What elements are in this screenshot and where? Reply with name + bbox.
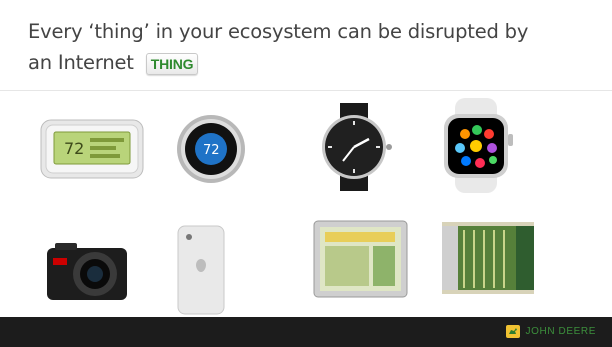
nest-thermostat-image: 72 — [177, 115, 245, 183]
thing-badge: THING — [145, 52, 199, 75]
smartphone-image — [177, 225, 225, 315]
footer-brand-text: JOHN DEERE — [525, 326, 596, 337]
smartwatch-image — [444, 98, 513, 193]
nest-display-text: 72 — [203, 143, 220, 158]
camera-image — [47, 243, 127, 300]
slide-title-area: Every ‘thing’ in your ecosystem can be d… — [0, 0, 612, 90]
slide: Every ‘thing’ in your ecosystem can be d… — [0, 0, 612, 347]
gps-display-image — [313, 220, 408, 298]
title-divider — [0, 90, 612, 91]
john-deere-deer-icon — [506, 325, 520, 338]
footer-bar: JOHN DEERE — [0, 317, 612, 347]
thermostat-image: 72 — [40, 119, 144, 179]
watch-image — [322, 103, 392, 191]
slide-title-line2-text: an Internet — [28, 51, 134, 74]
slide-title-line2: an Internet THING — [28, 51, 199, 75]
thermostat-display-text: 72 — [64, 139, 84, 158]
slide-title-line1: Every ‘thing’ in your ecosystem can be d… — [28, 20, 529, 43]
field-map-screen-image — [442, 222, 534, 294]
